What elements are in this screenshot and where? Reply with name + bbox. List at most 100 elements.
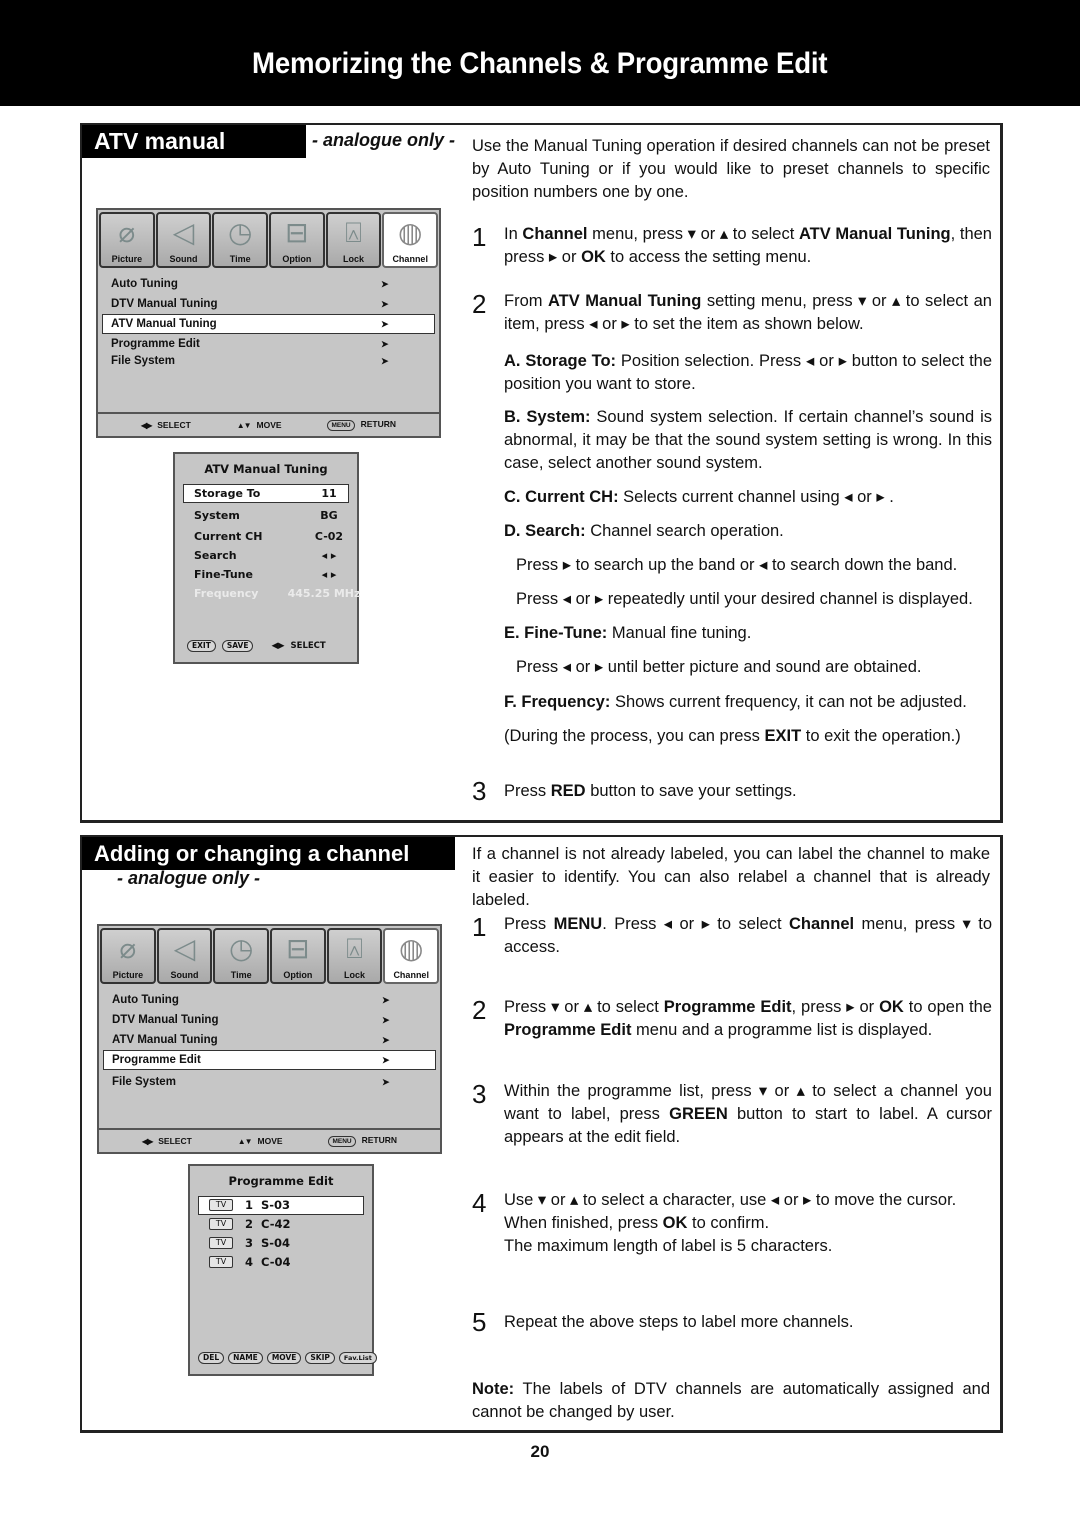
section-title: ATV manual tuning <box>82 125 306 187</box>
menu-item-auto-tuning[interactable]: Auto Tuning ➤ <box>102 274 435 294</box>
tab-sound[interactable]: ◁ Sound <box>155 212 212 268</box>
programme-row[interactable]: TV 4 C-04 <box>198 1253 364 1272</box>
step-text: Press RED button to save your settings. <box>504 782 797 800</box>
left-right-buttons-icon: ◀▶ <box>141 1137 153 1146</box>
save-key: SAVE <box>221 640 254 652</box>
tv-badge: TV <box>209 1256 233 1268</box>
step-number: 5 <box>472 1307 487 1337</box>
step-3: 3 Press RED button to save your settings… <box>472 777 992 805</box>
menu-item-programme-edit[interactable]: Programme Edit ➤ <box>103 1050 436 1070</box>
menu-item-atv-manual-tuning[interactable]: ATV Manual Tuning ➤ <box>102 314 435 334</box>
step-5: 5 Repeat the above steps to label more c… <box>472 1307 992 1337</box>
menu-key-icon: MENU <box>327 420 355 431</box>
row-current-ch[interactable]: Current CH C-02 <box>183 527 349 546</box>
footer-move: ▲▼ MOVE <box>237 420 282 430</box>
toolbox-icon: ⊟ <box>285 217 309 248</box>
tab-lock[interactable]: ⍓ Lock <box>325 212 382 268</box>
globe-icon: ◍ <box>398 933 424 964</box>
row-value: ◂ ▸ <box>321 568 337 581</box>
tab-channel[interactable]: ◍ Channel <box>383 928 440 984</box>
row-frequency: Frequency 445.25 MHz <box>183 584 360 603</box>
tab-option[interactable]: ⊟ Option <box>269 212 325 268</box>
intro-text: Use the Manual Tuning operation if desir… <box>472 137 990 201</box>
menu-item-label: ATV Manual Tuning <box>111 318 217 330</box>
menu-tabs: ⌀ Picture ◁ Sound ◷ Time ⊟ Option ⍓ Lock ◍ Cha… <box>98 210 439 268</box>
chevron-right-icon: ➤ <box>382 995 390 1005</box>
menu-item-atv-manual-tuning[interactable]: ATV Manual Tuning ➤ <box>103 1030 436 1050</box>
item-frequency: F. Frequency: Shows current frequency, i… <box>504 693 967 711</box>
menu-item-file-system[interactable]: File System ➤ <box>102 351 435 371</box>
step-number: 4 <box>472 1188 487 1218</box>
tab-time[interactable]: ◷ Time <box>212 212 269 268</box>
tab-picture[interactable]: ⌀ Picture <box>100 928 156 984</box>
step-2: 2 From ATV Manual Tuning setting menu, p… <box>472 290 992 336</box>
step-number: 2 <box>472 995 487 1025</box>
menu-tabs: ⌀ Picture ◁ Sound ◷ Time ⊟ Option ⍓ Lock ◍ Cha… <box>99 926 440 984</box>
footer-move-label: MOVE <box>256 420 282 430</box>
footer-select-label: SELECT <box>158 1136 192 1146</box>
row-search[interactable]: Search ◂ ▸ <box>183 546 349 565</box>
channel-label-section: Adding or changing a channel label - ana… <box>80 835 1003 1433</box>
footer-select-label: SELECT <box>290 641 326 651</box>
menu-item-dtv-manual-tuning[interactable]: DTV Manual Tuning ➤ <box>103 1010 436 1030</box>
tab-time[interactable]: ◷ Time <box>213 928 270 984</box>
row-system[interactable]: System BG <box>183 506 349 525</box>
padlock-icon: ⍓ <box>346 933 363 964</box>
footer-select: ◀▶ SELECT <box>142 1136 192 1146</box>
row-label: Fine-Tune <box>194 568 253 581</box>
menu-item-label: Auto Tuning <box>112 994 179 1006</box>
tab-sound[interactable]: ◁ Sound <box>156 928 213 984</box>
row-fine-tune[interactable]: Fine-Tune ◂ ▸ <box>183 565 349 584</box>
step-text: Repeat the above steps to label more cha… <box>504 1313 854 1331</box>
step-number: 2 <box>472 289 487 319</box>
menu-item-file-system[interactable]: File System ➤ <box>103 1072 436 1092</box>
menu-item-label: DTV Manual Tuning <box>111 298 218 310</box>
fine-tune-sub-1: Press ◂ or ▸ until better picture and so… <box>516 658 922 676</box>
search-sub-1: Press ▸ to search up the band or ◂ to se… <box>516 556 958 574</box>
tab-channel[interactable]: ◍ Channel <box>382 212 439 268</box>
tab-label: Picture <box>112 970 144 980</box>
exit-key: EXIT <box>187 640 216 652</box>
chevron-right-icon: ➤ <box>381 319 389 329</box>
chevron-right-icon: ➤ <box>382 1015 390 1025</box>
tab-lock[interactable]: ⍓ Lock <box>326 928 383 984</box>
submenu-footer: EXIT SAVE ◀▶ SELECT <box>187 640 351 652</box>
footer-select-label: SELECT <box>157 420 191 430</box>
footer-return: MENU RETURN <box>327 419 396 431</box>
tab-label: Lock <box>343 254 365 264</box>
menu-footer: ◀▶ SELECT ▲▼ MOVE MENU RETURN <box>99 1128 440 1152</box>
tab-label: Channel <box>393 970 429 980</box>
tv-badge: TV <box>209 1199 233 1211</box>
atv-instructions: Use the Manual Tuning operation if desir… <box>472 135 992 805</box>
page-header: Memorizing the Channels & Programme Edit <box>0 0 1080 106</box>
channel-menu-osd: ⌀ Picture ◁ Sound ◷ Time ⊟ Option ⍓ Lock ◍ Cha… <box>96 208 441 438</box>
item-system: B. System: Sound system selection. If ce… <box>504 408 992 472</box>
row-value: 445.25 MHz <box>287 587 361 600</box>
row-label: Frequency <box>194 587 259 600</box>
programme-name: C-04 <box>261 1255 291 1269</box>
menu-item-label: File System <box>112 1076 176 1088</box>
row-label: Search <box>194 549 237 562</box>
menu-footer: ◀▶ SELECT ▲▼ MOVE MENU RETURN <box>98 412 439 436</box>
tab-option[interactable]: ⊟ Option <box>270 928 326 984</box>
step-4: 4 Use ▾ or ▴ to select a character, use … <box>472 1189 992 1258</box>
programme-row[interactable]: TV 3 S-04 <box>198 1234 364 1253</box>
row-storage-to[interactable]: Storage To 11 <box>183 484 349 503</box>
menu-item-auto-tuning[interactable]: Auto Tuning ➤ <box>103 990 436 1010</box>
tab-picture[interactable]: ⌀ Picture <box>99 212 155 268</box>
skip-key: SKIP <box>305 1352 335 1364</box>
tv-badge: TV <box>209 1218 233 1230</box>
left-right-buttons-icon: ◀▶ <box>140 421 152 430</box>
menu-item-label: Programme Edit <box>111 338 200 350</box>
left-right-buttons-icon: ◀▶ <box>271 641 285 651</box>
tab-label: Option <box>282 254 312 264</box>
item-fine-tune: E. Fine-Tune: Manual fine tuning. <box>504 624 752 642</box>
step-number: 3 <box>472 1079 487 1109</box>
programme-row[interactable]: TV 2 C-42 <box>198 1215 364 1234</box>
programme-number: 1 <box>245 1198 254 1212</box>
programme-number: 4 <box>245 1255 254 1269</box>
item-current-ch: C. Current CH: Selects current channel u… <box>504 488 894 506</box>
menu-item-dtv-manual-tuning[interactable]: DTV Manual Tuning ➤ <box>102 294 435 314</box>
exit-note: (During the process, you can press EXIT … <box>504 727 961 745</box>
programme-row[interactable]: TV 1 S-03 <box>198 1196 364 1215</box>
